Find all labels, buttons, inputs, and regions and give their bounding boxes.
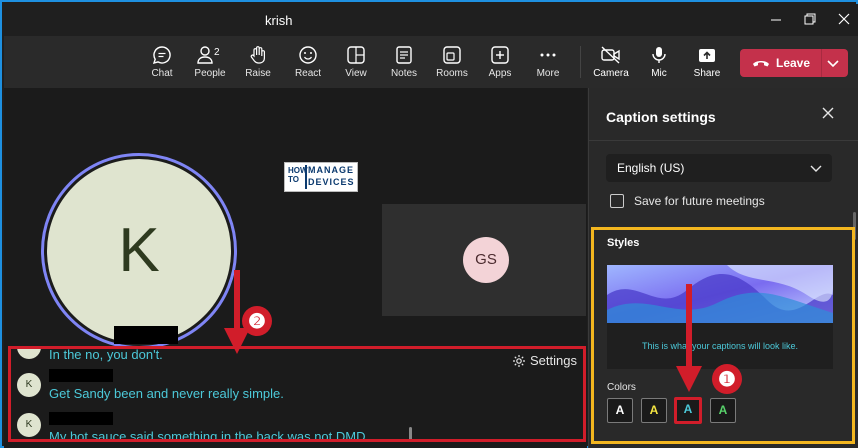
color-swatch-green[interactable]: A [710, 398, 736, 423]
mic-label: Mic [651, 68, 667, 79]
view-icon [347, 46, 365, 64]
restore-button[interactable] [792, 8, 828, 32]
react-button[interactable]: React [284, 36, 332, 88]
logo-how-to: HOW TO [288, 166, 308, 184]
panel-divider [589, 140, 858, 141]
title-bar: krish [4, 4, 858, 36]
raise-hand-button[interactable]: Raise [234, 36, 282, 88]
caption-text: In the no, you don't. [49, 347, 163, 362]
live-captions-area: K In the no, you don't. Settings K Get S… [8, 346, 586, 442]
restore-icon [804, 13, 816, 25]
redacted-speaker-name [49, 412, 113, 425]
more-icon [540, 53, 556, 57]
rooms-label: Rooms [436, 68, 468, 79]
more-label: More [536, 68, 560, 79]
apps-label: Apps [488, 68, 512, 79]
apps-button[interactable]: Apps [476, 36, 524, 88]
react-label: React [294, 68, 322, 79]
close-icon [838, 13, 850, 25]
leave-label: Leave [776, 56, 811, 70]
caption-settings-button[interactable]: Settings [512, 353, 577, 368]
participant-tile-gs[interactable]: GS [382, 204, 586, 316]
speaker-avatar: K [47, 159, 231, 343]
chat-icon [152, 46, 171, 65]
people-count-badge: 2 [214, 47, 220, 58]
captions-scrollbar[interactable] [409, 427, 412, 439]
caption-text: Get Sandy been and never really simple. [49, 386, 284, 401]
mic-icon [652, 47, 666, 63]
camera-off-icon [601, 46, 620, 64]
apps-icon [491, 46, 509, 64]
annotation-badge-1: ❶ [712, 364, 742, 394]
people-button[interactable]: 2 People [186, 36, 234, 88]
window-title: krish [265, 13, 293, 28]
rooms-icon [443, 46, 461, 64]
gear-icon [513, 355, 526, 367]
styles-section: Styles This is what your captions will l… [591, 227, 855, 444]
people-icon: 2 [197, 46, 220, 64]
minimize-icon [771, 19, 781, 21]
preview-caption-text: This is what your captions will look lik… [641, 341, 799, 351]
close-icon[interactable] [821, 106, 835, 120]
caption-preview: This is what your captions will look lik… [607, 265, 833, 369]
leave-divider [821, 49, 822, 77]
howto-manage-devices-logo: HOW TO MANAGE DEVICES [284, 162, 358, 192]
save-for-future-checkbox[interactable] [610, 194, 624, 208]
speaker-avatar-ring: K [41, 153, 237, 349]
caption-text: My hot sauce said something in the back … [49, 429, 370, 442]
hang-up-icon [753, 61, 769, 67]
logo-manage: MANAGE [308, 165, 354, 175]
annotation-arrow-down [676, 284, 702, 392]
chevron-down-icon [810, 165, 822, 172]
caption-avatar: K [17, 373, 41, 397]
color-swatch-white[interactable]: A [607, 398, 633, 423]
save-for-future-label: Save for future meetings [634, 194, 765, 208]
language-value: English (US) [617, 161, 685, 175]
raise-label: Raise [245, 68, 271, 79]
caption-settings-label: Settings [530, 353, 577, 368]
meeting-toolbar: Chat 2 People Raise React View Notes Roo… [4, 36, 858, 88]
language-dropdown[interactable]: English (US) [606, 154, 832, 182]
color-swatch-cyan[interactable]: A [674, 397, 702, 424]
notes-icon [396, 46, 412, 64]
people-label: People [194, 68, 226, 79]
notes-label: Notes [390, 68, 418, 79]
chevron-down-icon[interactable] [826, 57, 840, 69]
share-button[interactable]: Share [683, 36, 731, 88]
panel-title: Caption settings [606, 109, 716, 125]
camera-label: Camera [593, 68, 629, 79]
colors-title: Colors [607, 382, 636, 393]
logo-devices: DEVICES [308, 177, 355, 187]
share-icon [699, 49, 715, 62]
raise-hand-icon [250, 46, 265, 64]
leave-button[interactable]: Leave [740, 49, 848, 77]
styles-title: Styles [607, 237, 640, 249]
share-label: Share [693, 68, 721, 79]
annotation-badge-2: ❷ [242, 306, 272, 336]
notes-button[interactable]: Notes [380, 36, 428, 88]
caption-avatar: K [17, 349, 41, 359]
redacted-speaker-name [49, 369, 113, 382]
chat-button[interactable]: Chat [138, 36, 186, 88]
caption-settings-panel: Caption settings English (US) Save for f… [588, 88, 858, 448]
more-button[interactable]: More [524, 36, 572, 88]
redacted-name [114, 326, 178, 344]
camera-button[interactable]: Camera [587, 36, 635, 88]
rooms-button[interactable]: Rooms [428, 36, 476, 88]
minimize-button[interactable] [758, 8, 794, 32]
caption-avatar: K [17, 413, 41, 437]
color-swatch-yellow[interactable]: A [641, 398, 667, 423]
close-window-button[interactable] [826, 8, 858, 32]
preview-wallpaper-art [607, 265, 833, 323]
toolbar-divider [580, 46, 581, 78]
view-button[interactable]: View [332, 36, 380, 88]
view-label: View [345, 68, 367, 79]
chat-label: Chat [151, 68, 173, 79]
react-icon [299, 46, 317, 64]
logo-divider [305, 165, 307, 189]
mic-button[interactable]: Mic [635, 36, 683, 88]
participant-avatar-gs: GS [463, 237, 509, 283]
teams-window: krish Chat 2 People Raise React View Not… [0, 0, 858, 448]
